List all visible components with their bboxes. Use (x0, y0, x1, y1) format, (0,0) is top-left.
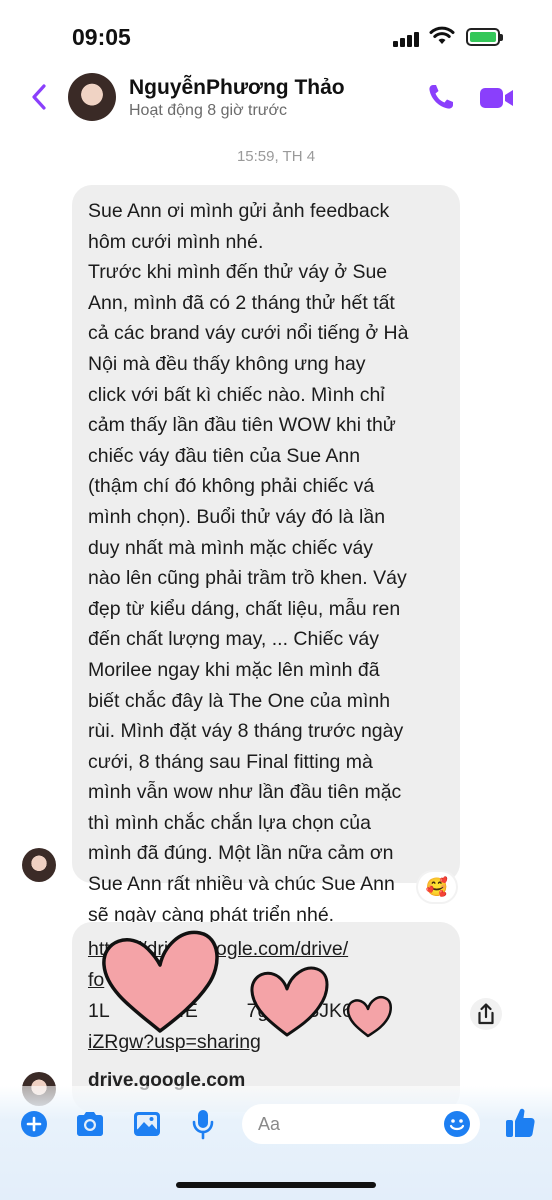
chat-header: NguyễnPhương Thảo Hoạt động 8 giờ trước (0, 66, 552, 126)
emoji-icon[interactable] (443, 1110, 471, 1138)
heart-doodle (346, 996, 392, 1038)
mic-icon[interactable] (190, 1108, 216, 1140)
phone-icon[interactable] (426, 82, 456, 112)
back-icon[interactable] (26, 80, 56, 114)
status-bar: 09:05 (0, 0, 552, 70)
home-indicator (176, 1182, 376, 1188)
reaction-emoji[interactable]: 🥰 (418, 872, 456, 902)
image-icon[interactable] (132, 1109, 162, 1139)
plus-icon[interactable] (20, 1110, 48, 1138)
battery-icon (466, 28, 503, 46)
signal-icon (393, 29, 421, 47)
avatar[interactable] (68, 73, 116, 121)
camera-icon[interactable] (74, 1110, 106, 1138)
contact-status: Hoạt động 8 giờ trước (129, 102, 287, 119)
heart-doodle (102, 930, 219, 1033)
share-icon[interactable] (470, 998, 502, 1030)
thumbs-up-icon[interactable] (504, 1106, 536, 1140)
message-timestamp: 15:59, TH 4 (236, 148, 316, 165)
wifi-icon (429, 26, 455, 44)
contact-name[interactable]: NguyễnPhương Thảo (129, 76, 345, 100)
video-icon[interactable] (478, 84, 516, 112)
message-text: Sue Ann ơi mình gửi ảnh feedback hôm cướ… (88, 200, 409, 926)
message-bubble[interactable]: Sue Ann ơi mình gửi ảnh feedback hôm cướ… (72, 185, 460, 926)
sender-avatar[interactable] (22, 848, 56, 882)
heart-doodle (250, 966, 329, 1037)
status-time: 09:05 (72, 24, 131, 50)
